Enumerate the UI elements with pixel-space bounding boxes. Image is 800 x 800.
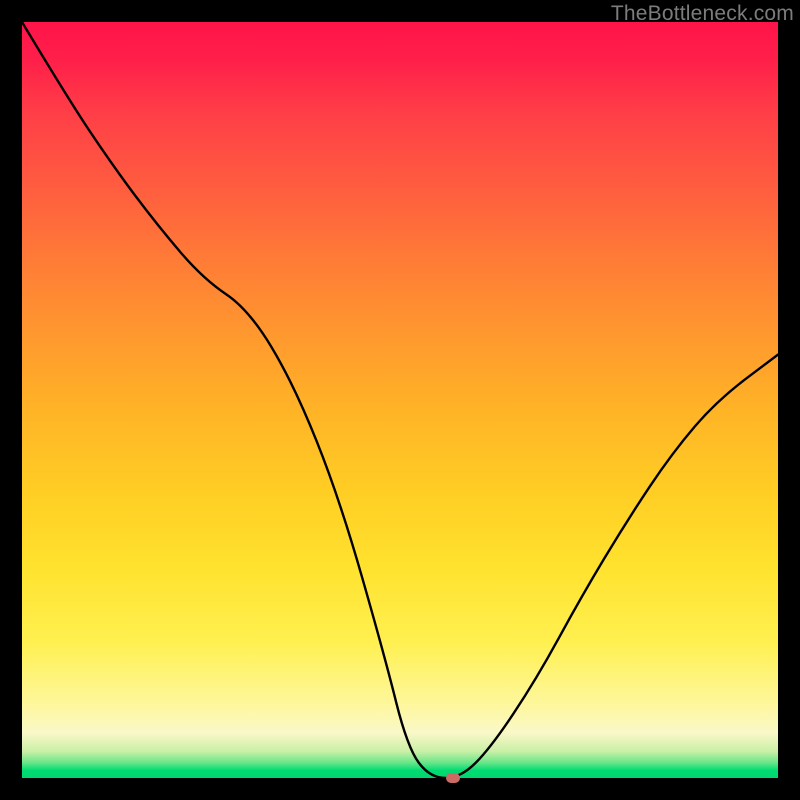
bottleneck-curve xyxy=(22,22,778,778)
chart-frame: TheBottleneck.com xyxy=(0,0,800,800)
optimum-marker xyxy=(446,773,460,783)
watermark-text: TheBottleneck.com xyxy=(611,2,794,26)
chart-plot-area xyxy=(22,22,778,778)
